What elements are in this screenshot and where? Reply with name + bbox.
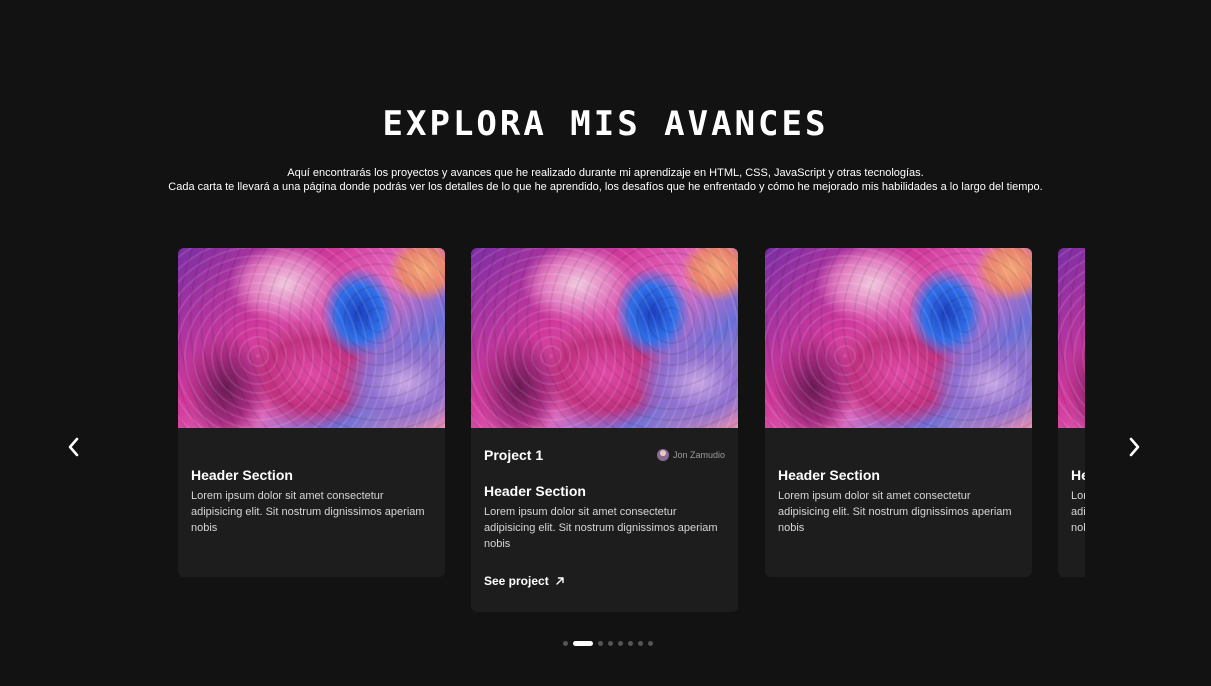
carousel-track[interactable]: Header Section Lorem ipsum dolor sit ame… (178, 248, 1085, 618)
page: Explora mis avances Aquí encontrarás los… (0, 0, 1211, 686)
card-description: Lorem ipsum dolor sit amet consectetur a… (191, 490, 425, 534)
card-description: Lorem ipsum dolor sit amet consectetur a… (778, 490, 1012, 534)
carousel-pagination (563, 641, 653, 646)
pagination-dot[interactable] (608, 641, 613, 646)
subtitle-line-1: Aquí encontrarás los proyectos y avances… (287, 167, 924, 179)
project-card[interactable]: Header Section Lorem ipsum dolor sit ame… (765, 248, 1032, 577)
chevron-left-icon (68, 437, 79, 457)
chevron-right-icon (1129, 437, 1140, 457)
see-project-link[interactable]: See project (484, 574, 565, 588)
card-image (178, 248, 445, 428)
card-header: Header Section (191, 467, 293, 483)
author: Jon Zamudio (656, 449, 725, 461)
card-image (765, 248, 1032, 428)
arrow-up-right-icon (556, 577, 564, 585)
card-header: Header Section (484, 483, 586, 499)
page-subtitle: Aquí encontrarás los proyectos y avances… (0, 166, 1211, 194)
project-title: Project 1 (484, 447, 544, 463)
pagination-dot[interactable] (618, 641, 623, 646)
page-title: Explora mis avances (382, 104, 829, 144)
project-card[interactable]: Header Section Lorem ipsum dolor sit ame… (178, 248, 445, 577)
pagination-dot[interactable] (628, 641, 633, 646)
see-project-label: See project (484, 574, 549, 588)
card-header: Header Section (778, 467, 880, 483)
subtitle-line-2: Cada carta te llevará a una página donde… (168, 181, 1043, 193)
carousel-next-button[interactable] (1123, 436, 1145, 458)
card-header: Header Section (1071, 467, 1085, 483)
card-description: Lorem ipsum dolor sit amet consectetur a… (1071, 490, 1085, 534)
pagination-dot[interactable] (563, 641, 568, 646)
project-card-active[interactable]: Project 1 Jon Zamudio Header Section Lor… (471, 248, 738, 612)
author-name: Jon Zamudio (672, 450, 725, 460)
pagination-dot[interactable] (573, 641, 593, 646)
avatar (656, 449, 669, 461)
card-description: Lorem ipsum dolor sit amet consectetur a… (484, 506, 718, 550)
pagination-dot[interactable] (638, 641, 643, 646)
card-image (471, 248, 738, 428)
card-image (1058, 248, 1085, 428)
pagination-dot[interactable] (648, 641, 653, 646)
project-card[interactable]: Header Section Lorem ipsum dolor sit ame… (1058, 248, 1085, 577)
carousel-prev-button[interactable] (63, 436, 85, 458)
pagination-dot[interactable] (598, 641, 603, 646)
